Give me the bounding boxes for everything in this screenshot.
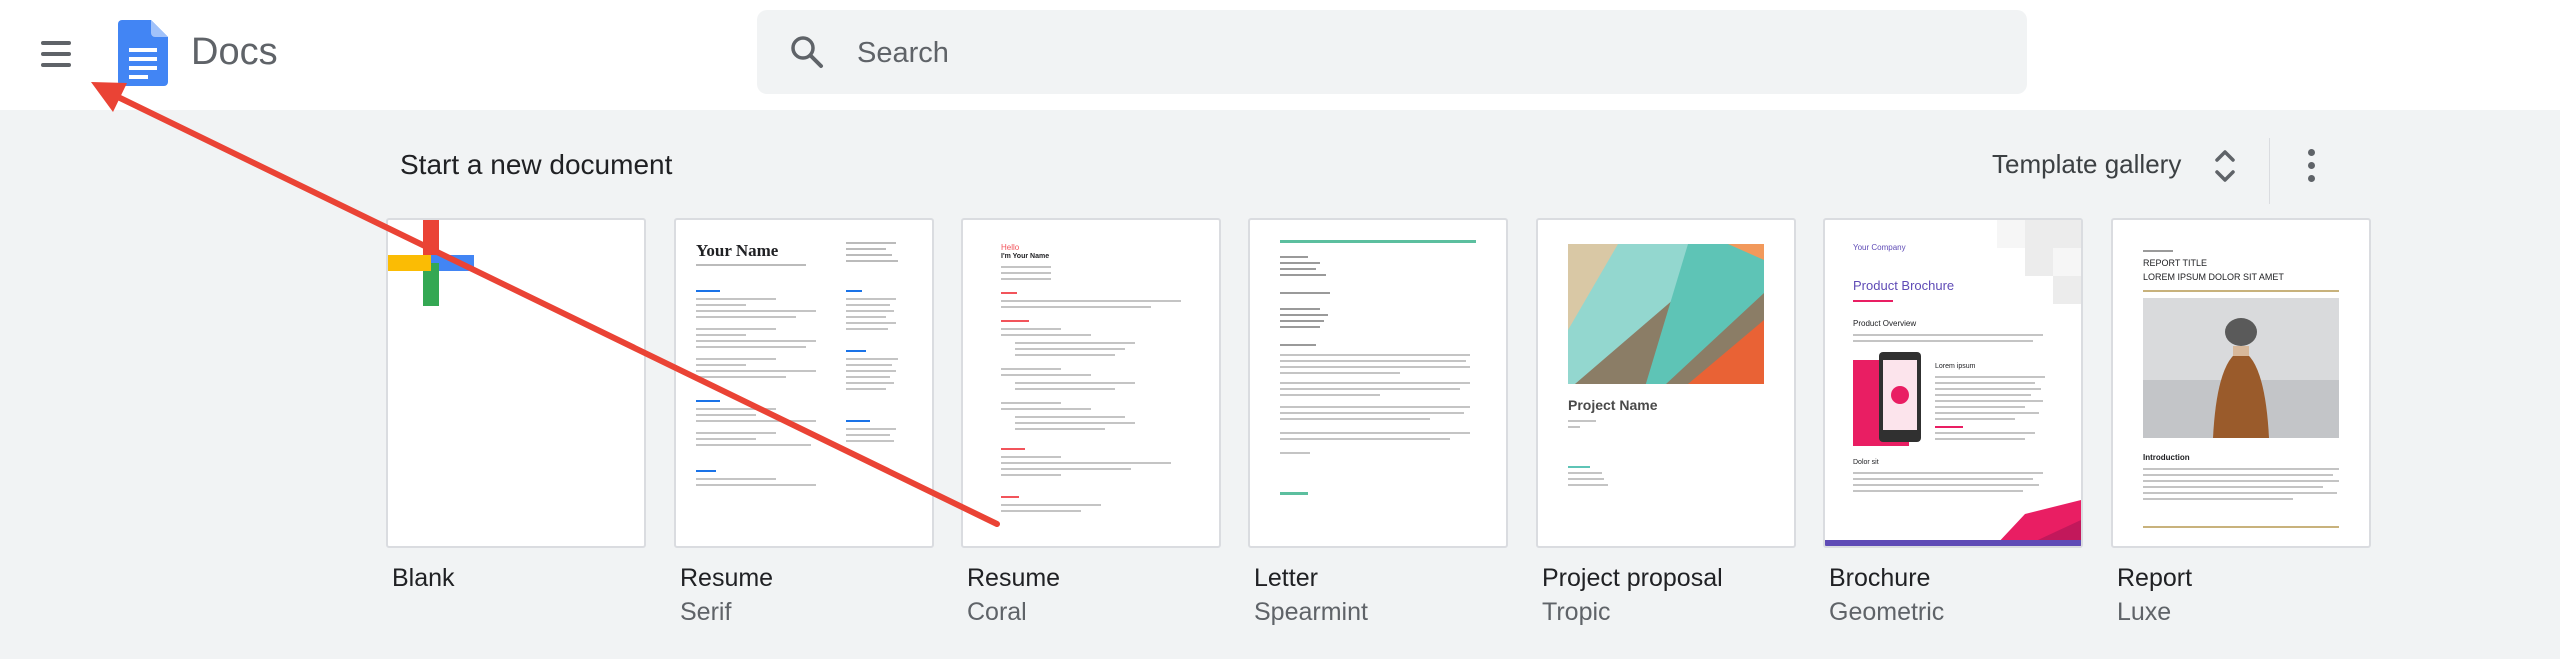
- brochure-company: Your Company: [1853, 243, 1906, 252]
- unfold-more-icon[interactable]: [2208, 146, 2242, 186]
- coral-title: Hello: [1001, 243, 1020, 252]
- template-name: Report: [2117, 564, 2193, 592]
- more-vert-icon[interactable]: [2290, 144, 2334, 188]
- brochure-lorem: Lorem ipsum: [1935, 363, 1976, 370]
- brochure-title: Product Brochure: [1853, 278, 1954, 293]
- template-thumbnail[interactable]: Your Name: [674, 218, 934, 548]
- template-thumbnail[interactable]: Hello I'm Your Name: [961, 218, 1221, 548]
- template-resume-serif[interactable]: Your Name Resume Serif: [674, 218, 934, 626]
- template-project-proposal-tropic[interactable]: Project Name Project proposal Tropic: [1536, 218, 1796, 626]
- resume-name-heading: Your Name: [696, 241, 779, 260]
- template-subtitle: Luxe: [2117, 598, 2172, 626]
- top-app-bar: Docs: [0, 0, 2560, 110]
- hamburger-menu-icon[interactable]: [38, 36, 74, 72]
- resume-coral-preview: Hello I'm Your Name: [1001, 243, 1181, 512]
- toolbar-divider: [2269, 138, 2270, 204]
- template-blank[interactable]: Blank: [386, 218, 646, 592]
- template-thumbnail[interactable]: Your Company Product Brochure Product Ov…: [1823, 218, 2083, 548]
- template-letter-spearmint[interactable]: Letter Spearmint: [1248, 218, 1508, 626]
- resume-serif-preview: Your Name: [696, 241, 898, 486]
- template-gallery-label: Template gallery: [1992, 149, 2182, 179]
- report-preview: REPORT TITLE LOREM IPSUM DOLOR SIT AMET …: [2143, 250, 2339, 528]
- template-thumbnail[interactable]: REPORT TITLE LOREM IPSUM DOLOR SIT AMET …: [2111, 218, 2371, 548]
- letter-spearmint-preview: [1280, 240, 1476, 495]
- template-name: Project proposal: [1542, 564, 1723, 592]
- report-label: REPORT TITLE: [2143, 258, 2207, 268]
- proposal-title: Project Name: [1568, 397, 1658, 413]
- google-docs-logo-icon[interactable]: [118, 20, 168, 86]
- template-name: Letter: [1254, 564, 1318, 592]
- template-report-luxe[interactable]: REPORT TITLE LOREM IPSUM DOLOR SIT AMET …: [2111, 218, 2371, 626]
- brochure-overview: Product Overview: [1853, 319, 1916, 328]
- project-proposal-preview: Project Name: [1568, 244, 1764, 486]
- template-subtitle: Geometric: [1829, 598, 1945, 626]
- template-brochure-geometric[interactable]: Your Company Product Brochure Product Ov…: [1823, 218, 2083, 626]
- app-title[interactable]: Docs: [191, 30, 278, 74]
- plus-icon: [388, 220, 474, 306]
- template-thumbnail[interactable]: Project Name: [1536, 218, 1796, 548]
- template-name: Brochure: [1829, 564, 1931, 592]
- coral-subtitle: I'm Your Name: [1001, 253, 1049, 260]
- search-icon[interactable]: [789, 34, 825, 70]
- brochure-preview: Your Company Product Brochure Product Ov…: [1825, 220, 2081, 546]
- template-subtitle: Spearmint: [1254, 598, 1368, 626]
- report-intro: Introduction: [2143, 453, 2190, 462]
- template-name: Resume: [680, 564, 774, 592]
- template-subtitle: Tropic: [1542, 598, 1611, 626]
- template-thumbnail[interactable]: [386, 218, 646, 548]
- brochure-specs: Dolor sit: [1853, 459, 1879, 466]
- template-resume-coral[interactable]: Hello I'm Your Name Resume Coral: [961, 218, 1221, 626]
- report-subtitle: LOREM IPSUM DOLOR SIT AMET: [2143, 272, 2284, 282]
- template-subtitle: Coral: [967, 598, 1027, 626]
- template-name: Blank: [392, 564, 455, 592]
- template-name: Resume: [967, 564, 1061, 592]
- search-input[interactable]: [855, 28, 1959, 78]
- template-thumbnail[interactable]: [1248, 218, 1508, 548]
- section-title: Start a new document: [400, 149, 673, 180]
- template-subtitle: Serif: [680, 598, 732, 626]
- search-bar[interactable]: [757, 10, 2027, 94]
